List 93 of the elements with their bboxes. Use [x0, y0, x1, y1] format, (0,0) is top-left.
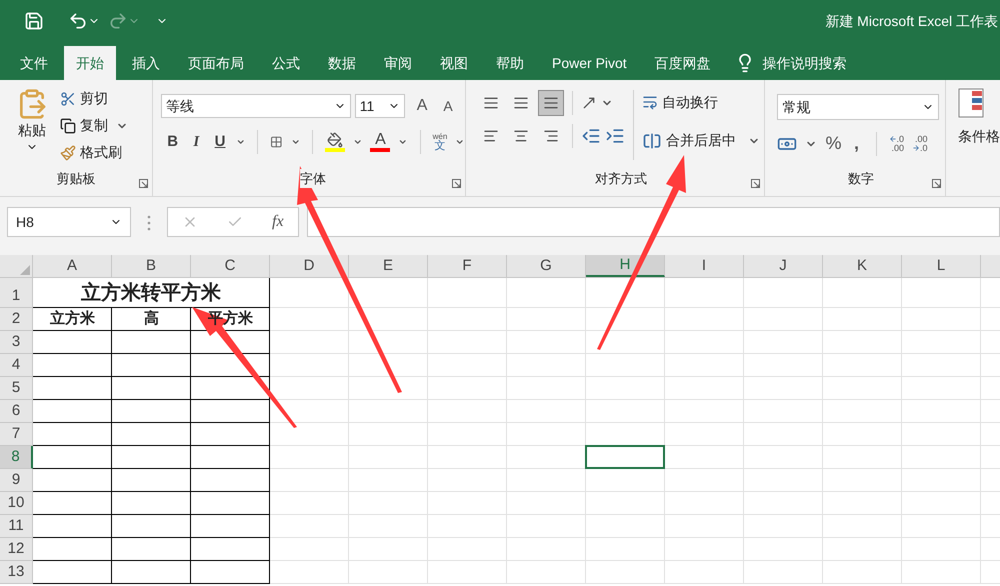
ribbon-tab[interactable]: 帮助	[484, 46, 536, 80]
dialog-launcher-icon[interactable]	[452, 179, 461, 188]
fill-color-button[interactable]	[324, 132, 345, 152]
group-label: 字体	[300, 168, 326, 188]
row-header[interactable]: 9	[0, 469, 33, 492]
group-label: 剪贴板	[56, 170, 96, 188]
font-style-button[interactable]: U	[212, 130, 228, 154]
arrow-left-icon	[888, 135, 896, 143]
paste-button[interactable]: 粘贴	[12, 88, 52, 168]
row-header[interactable]: 11	[0, 515, 33, 538]
row-header[interactable]: 5	[0, 377, 33, 400]
paint-bucket-icon	[326, 132, 343, 148]
decimal-button[interactable]: .0 .00	[888, 134, 904, 152]
group-label: 数字	[848, 170, 874, 188]
align-lines-icon	[542, 95, 559, 111]
save-icon[interactable]	[24, 11, 44, 31]
ribbon-tab[interactable]: 页面布局	[176, 46, 256, 80]
ribbon-tab[interactable]: 审阅	[372, 46, 424, 80]
column-header[interactable]: A	[33, 255, 112, 277]
vertical-align-button[interactable]	[538, 90, 564, 116]
name-box[interactable]: H8	[7, 207, 131, 237]
ribbon-tab[interactable]: 插入	[120, 46, 172, 80]
orientation-icon[interactable]	[580, 95, 597, 111]
merge-center-button[interactable]: 合并后居中	[642, 130, 736, 151]
wrap-text-icon	[642, 94, 658, 110]
ribbon-tab[interactable]: 百度网盘	[642, 46, 723, 80]
row-header[interactable]: 8	[0, 446, 33, 469]
column-header[interactable]: H	[586, 255, 665, 277]
column-header[interactable]: K	[823, 255, 902, 277]
corner-triangle-icon	[20, 265, 30, 275]
row-header[interactable]: 4	[0, 354, 33, 377]
arrow-right-icon	[912, 144, 920, 152]
row-header[interactable]: 13	[0, 561, 33, 584]
font-name-field[interactable]: 等线	[160, 94, 351, 118]
column-header[interactable]: I	[665, 255, 744, 277]
row-header[interactable]: 1	[0, 278, 33, 308]
ribbon-tab[interactable]: 视图	[428, 46, 480, 80]
drag-handle-icon[interactable]	[147, 215, 151, 231]
row-header[interactable]: 10	[0, 492, 33, 515]
copy-button[interactable]: 复制	[60, 115, 108, 136]
percent-button[interactable]: %	[825, 130, 842, 157]
column-header[interactable]: F	[428, 255, 507, 277]
formula-field[interactable]	[307, 207, 1000, 237]
row-header[interactable]: 3	[0, 331, 33, 354]
row-header[interactable]: 6	[0, 400, 33, 423]
undo-icon[interactable]	[68, 11, 88, 31]
conditional-format-icon[interactable]	[958, 88, 984, 118]
ribbon-tab[interactable]: 文件	[8, 46, 60, 80]
column-header[interactable]: L	[902, 255, 981, 277]
comma-button[interactable]: ,	[850, 130, 864, 157]
column-header[interactable]: C	[191, 255, 270, 277]
column-header[interactable]: E	[349, 255, 428, 277]
row-header[interactable]: 7	[0, 423, 33, 446]
paintbrush-icon	[60, 144, 76, 160]
font-style-button[interactable]: I	[188, 130, 204, 154]
column-header[interactable]: B	[112, 255, 191, 277]
dialog-launcher-icon[interactable]	[932, 179, 941, 188]
conditional-format-button[interactable]: 条件格	[958, 126, 1000, 147]
insert-function-button[interactable]: fx	[272, 210, 284, 234]
ribbon-tab[interactable]: 公式	[260, 46, 312, 80]
active-cell[interactable]	[585, 445, 665, 469]
window-title: 新建 Microsoft Excel 工作表	[825, 12, 998, 30]
table-cell[interactable]: 立方米	[50, 308, 95, 331]
font-color-button[interactable]: A	[370, 132, 390, 152]
dialog-launcher-icon[interactable]	[751, 179, 760, 188]
dialog-launcher-icon[interactable]	[138, 179, 148, 188]
row-header[interactable]: 2	[0, 308, 33, 331]
font-style-button[interactable]: B	[164, 130, 180, 154]
align-lines-icon	[512, 95, 529, 111]
ribbon-tab[interactable]: 数据	[316, 46, 368, 80]
tell-me-search[interactable]: 操作说明搜索	[762, 52, 847, 74]
shrink-font-button[interactable]: A	[443, 96, 453, 116]
ribbon-tab[interactable]: Power Pivot	[540, 46, 639, 80]
cut-button[interactable]: 剪切	[60, 88, 128, 109]
sheet-grid[interactable]: 立方米转平方米 立方米 高 平方米	[33, 278, 1000, 584]
row-header[interactable]: 12	[0, 538, 33, 561]
align-lines-icon	[482, 95, 499, 111]
phonetic-button[interactable]: wén 文	[432, 132, 448, 152]
decimal-button[interactable]: .00 .0	[912, 134, 928, 152]
scissors-icon	[60, 90, 76, 106]
format-painter-button[interactable]: 格式刷	[60, 142, 128, 163]
font-size-field[interactable]: 11	[354, 94, 405, 118]
table-cell[interactable]: 高	[144, 308, 159, 331]
wrap-text-button[interactable]: 自动换行	[642, 90, 760, 114]
copy-icon	[60, 118, 76, 134]
table-cell[interactable]: 平方米	[208, 308, 253, 331]
group-label: 对齐方式	[595, 170, 648, 188]
number-format-field[interactable]: 常规	[777, 94, 940, 120]
merge-cells-icon	[642, 130, 662, 150]
borders-icon[interactable]	[270, 134, 283, 150]
grow-font-button[interactable]: A	[416, 94, 428, 118]
ribbon-tab[interactable]: 开始	[64, 46, 116, 80]
column-header[interactable]: J	[744, 255, 823, 277]
